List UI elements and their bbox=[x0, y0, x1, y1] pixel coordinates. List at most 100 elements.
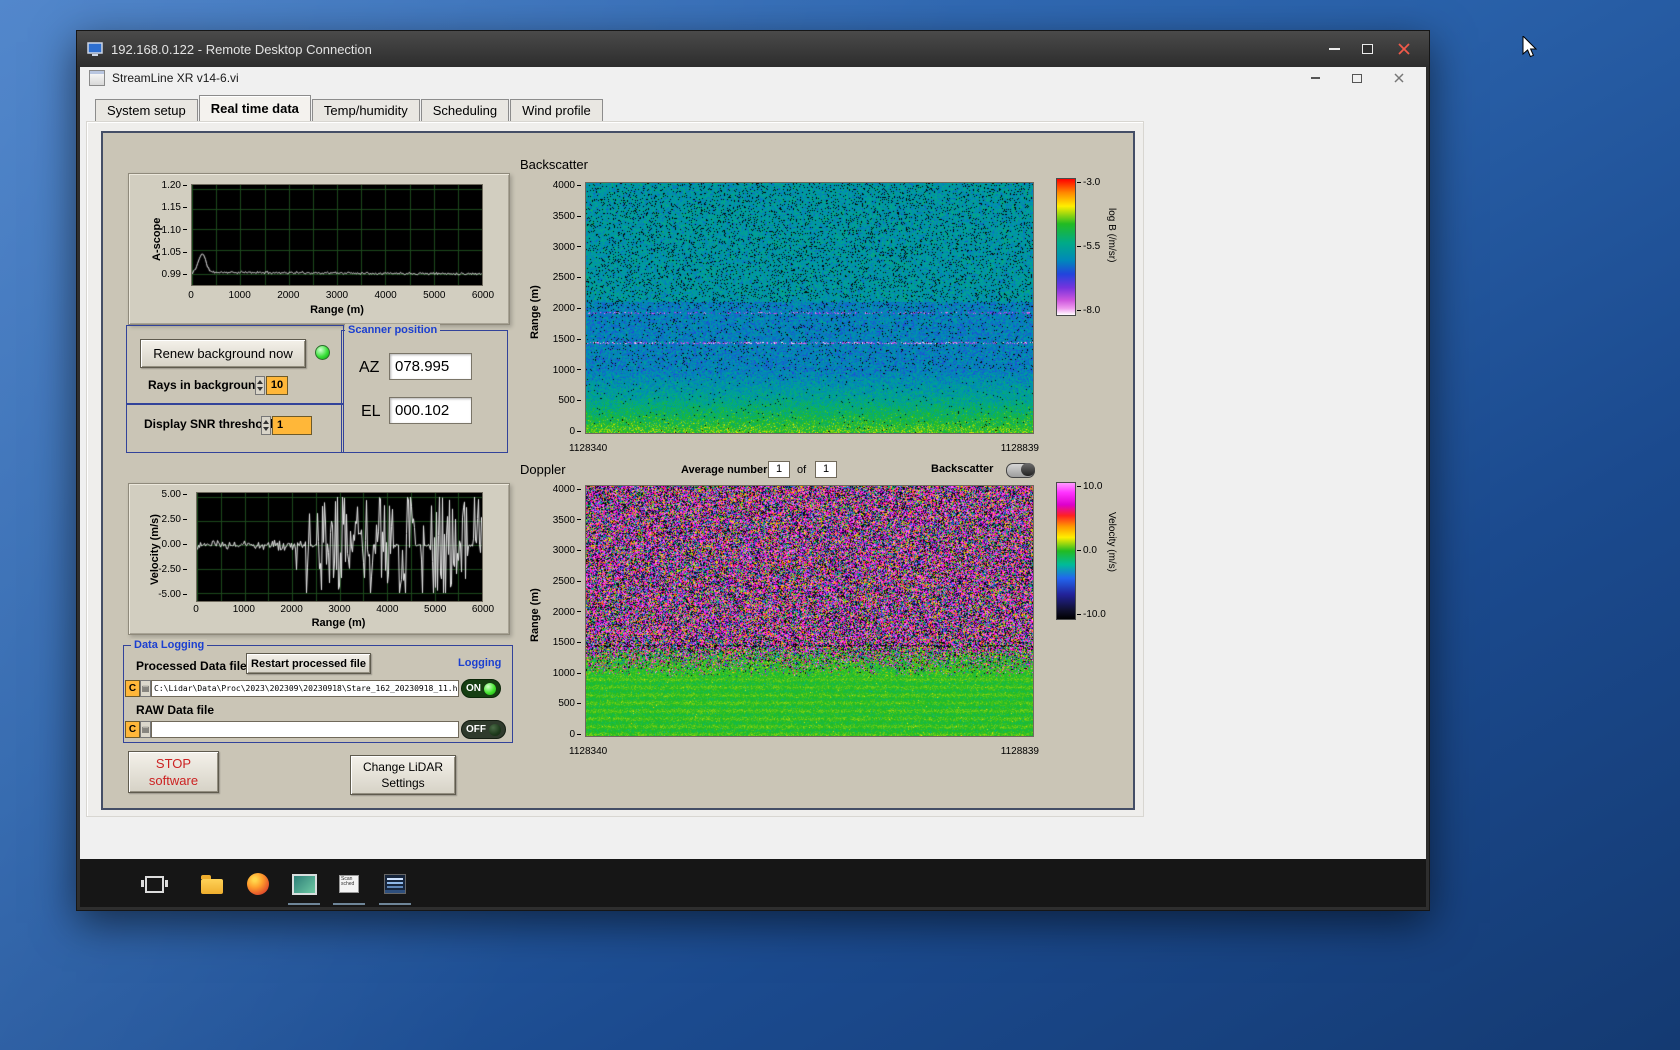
tick-label: 5000 bbox=[423, 290, 446, 301]
off-label: OFF bbox=[466, 724, 486, 735]
tick-label: 3500 bbox=[553, 515, 581, 526]
tick-label: 1000 bbox=[553, 365, 581, 376]
logging-label: Logging bbox=[458, 657, 502, 669]
processed-drive-button[interactable]: C bbox=[125, 680, 140, 697]
task-view-icon[interactable] bbox=[140, 871, 168, 897]
restore-icon bbox=[1361, 41, 1376, 54]
tick-label: 1000 bbox=[228, 290, 251, 301]
average-number-value[interactable]: 1 bbox=[768, 461, 790, 478]
doppler-plot bbox=[585, 485, 1034, 737]
tick-label: 0.99 bbox=[162, 270, 187, 280]
doppler-y-axis-label: Range (m) bbox=[529, 588, 541, 642]
app-minimize-button[interactable] bbox=[1302, 70, 1328, 86]
tab-system-setup[interactable]: System setup bbox=[95, 99, 198, 121]
restore-icon bbox=[1352, 71, 1365, 83]
stop-software-button[interactable]: STOP software bbox=[128, 751, 219, 793]
file-explorer-icon[interactable] bbox=[199, 871, 225, 897]
tab-scheduling[interactable]: Scheduling bbox=[420, 99, 510, 121]
tick-label: 3000 bbox=[325, 290, 349, 301]
el-value-field[interactable]: 000.102 bbox=[389, 397, 472, 424]
tick-label: 10.0 bbox=[1077, 482, 1102, 492]
tick-label: 4000 bbox=[553, 181, 581, 191]
backscatter-y-axis-label: Range (m) bbox=[529, 285, 541, 339]
tick-label: -2.50 bbox=[158, 565, 187, 575]
doppler-x-start: 1128340 bbox=[569, 746, 608, 757]
change-lidar-settings-button[interactable]: Change LiDAR Settings bbox=[350, 755, 456, 795]
rdp-close-button[interactable] bbox=[1385, 38, 1423, 60]
notes-app-icon[interactable] bbox=[382, 871, 408, 897]
tick-label: 2000 bbox=[553, 304, 581, 314]
tick-label: 4000 bbox=[553, 485, 581, 495]
on-label: ON bbox=[466, 683, 481, 694]
doppler-colorbar-ticks: 10.0 0.0 -10.0 bbox=[1077, 482, 1106, 620]
minimize-icon bbox=[1328, 48, 1340, 50]
az-label: AZ bbox=[359, 359, 380, 376]
background-led bbox=[315, 345, 330, 360]
app-title: StreamLine XR v14-6.vi bbox=[112, 71, 239, 85]
rdp-window-controls bbox=[1319, 38, 1423, 60]
app-close-button[interactable] bbox=[1386, 70, 1412, 86]
rays-value[interactable]: 10 bbox=[266, 376, 288, 395]
velocity-x-axis-label: Range (m) bbox=[311, 617, 366, 629]
rdp-session-icon[interactable] bbox=[291, 871, 317, 897]
tick-label: 2.50 bbox=[162, 515, 187, 525]
average-number-label: Average number bbox=[681, 464, 768, 476]
backscatter-toggle[interactable] bbox=[1006, 463, 1035, 478]
processed-logging-toggle[interactable]: ON bbox=[461, 679, 501, 698]
desktop: 192.168.0.122 - Remote Desktop Connectio… bbox=[0, 0, 1680, 1050]
stop-line1: STOP bbox=[155, 756, 192, 771]
velocity-plot bbox=[196, 492, 483, 602]
average-total-value[interactable]: 1 bbox=[815, 461, 837, 478]
raw-drive-button[interactable]: C bbox=[125, 721, 140, 738]
tick-label: 2000 bbox=[280, 604, 303, 615]
scanner-position-title: Scanner position bbox=[345, 324, 441, 336]
rays-spinner[interactable] bbox=[255, 376, 265, 395]
tick-label: 2000 bbox=[277, 290, 300, 301]
rdp-titlebar[interactable]: 192.168.0.122 - Remote Desktop Connectio… bbox=[77, 31, 1429, 67]
rdp-title: 192.168.0.122 - Remote Desktop Connectio… bbox=[111, 41, 372, 57]
backscatter-colorbar bbox=[1056, 178, 1076, 316]
taskbar-active-indicator bbox=[288, 903, 320, 905]
rdp-restore-button[interactable] bbox=[1352, 38, 1382, 60]
stop-line2: software bbox=[148, 773, 199, 788]
tick-label: 0.0 bbox=[1077, 546, 1097, 556]
ascope-x-axis-label: Range (m) bbox=[310, 304, 364, 316]
ascope-y-ticks: 1.20 1.15 1.10 1.05 0.99 bbox=[147, 181, 187, 280]
tab-temp-humidity[interactable]: Temp/humidity bbox=[311, 99, 420, 121]
tab-wind-profile[interactable]: Wind profile bbox=[510, 99, 603, 121]
rdp-icon bbox=[87, 41, 103, 56]
app-icon bbox=[89, 70, 105, 86]
raw-path-field[interactable] bbox=[151, 721, 459, 738]
tab-real-time-data[interactable]: Real time data bbox=[198, 95, 311, 121]
renew-background-button[interactable]: Renew background now bbox=[140, 339, 306, 368]
processed-path-field[interactable]: C:\Lidar\Data\Proc\2023\202309\20230918\… bbox=[151, 680, 459, 697]
tick-label: 1.05 bbox=[162, 247, 187, 258]
doppler-colorbar-label: Velocity (m/s) bbox=[1106, 512, 1117, 573]
scan-scheduler-icon[interactable]: Scan sched bbox=[336, 871, 362, 897]
restart-processed-file-button[interactable]: Restart processed file bbox=[246, 653, 371, 674]
tick-label: 1.10 bbox=[162, 225, 187, 236]
snr-value[interactable]: 1 bbox=[272, 416, 312, 435]
path-browse-icon[interactable]: ▤ bbox=[140, 680, 151, 697]
front-panel: A-scope 1.20 1.15 1.10 1.05 0.99 0 1000 2000 30… bbox=[101, 131, 1135, 810]
rdp-minimize-button[interactable] bbox=[1319, 38, 1349, 60]
snr-spinner[interactable] bbox=[261, 416, 271, 435]
snr-threshold-label: Display SNR threshold bbox=[144, 417, 274, 431]
velocity-y-ticks: 5.00 2.50 0.00 -2.50 -5.00 bbox=[141, 490, 187, 600]
change-line2: Settings bbox=[381, 776, 425, 790]
backscatter-y-ticks: 4000 3500 3000 2500 2000 1500 1000 500 0 bbox=[541, 181, 581, 437]
tick-label: 3500 bbox=[553, 211, 581, 222]
tick-label: -8.0 bbox=[1077, 306, 1100, 316]
path-browse-icon[interactable]: ▤ bbox=[140, 721, 151, 738]
app-restore-button[interactable] bbox=[1344, 70, 1370, 86]
az-value-field[interactable]: 078.995 bbox=[389, 353, 472, 380]
tick-label: 2500 bbox=[553, 273, 581, 283]
tick-label: -5.5 bbox=[1077, 242, 1100, 252]
firefox-icon[interactable] bbox=[245, 871, 271, 897]
doppler-x-end: 1128839 bbox=[1000, 746, 1039, 757]
tick-label: 1500 bbox=[553, 334, 581, 345]
raw-logging-toggle[interactable]: OFF bbox=[461, 720, 506, 739]
raw-data-file-label: RAW Data file bbox=[136, 703, 215, 717]
ascope-canvas bbox=[192, 185, 482, 285]
app-titlebar[interactable]: StreamLine XR v14-6.vi bbox=[80, 67, 1426, 89]
